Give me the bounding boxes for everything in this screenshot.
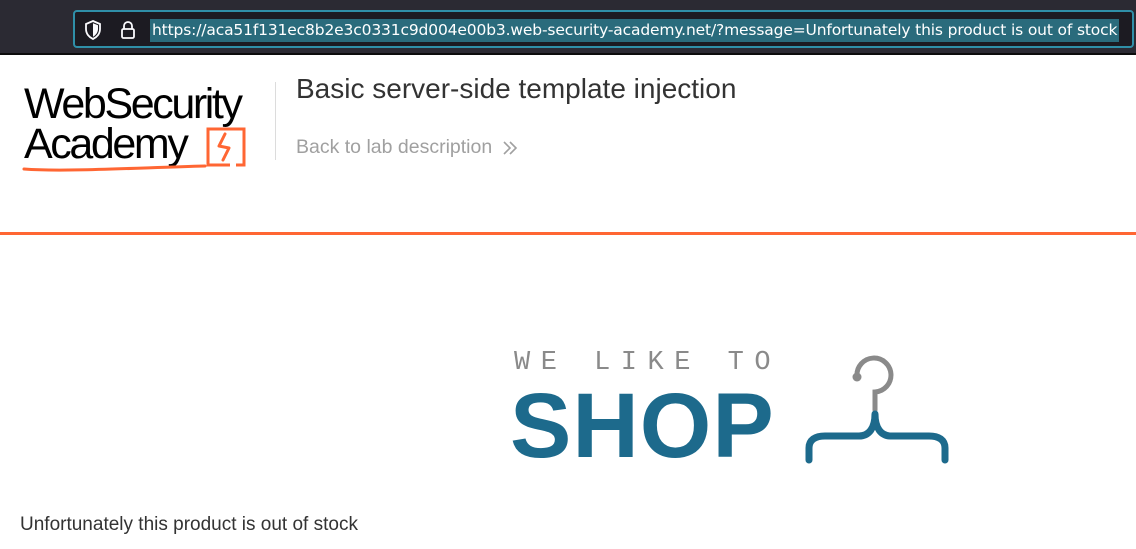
url-text[interactable]: https://aca51f131ec8b2e3c0331c9d004e00b3… bbox=[150, 19, 1120, 42]
lab-title: Basic server-side template injection bbox=[296, 73, 737, 104]
double-chevron-right-icon bbox=[503, 140, 518, 155]
web-security-academy-logo[interactable]: WebSecurity Academy bbox=[22, 83, 272, 175]
status-message: Unfortunately this product is out of sto… bbox=[20, 514, 358, 535]
back-to-lab-description-link[interactable]: Back to lab description bbox=[296, 136, 519, 159]
lab-header: WebSecurity Academy Basic server-side te… bbox=[0, 57, 1136, 234]
banner-tagline: WE LIKE TO bbox=[514, 348, 782, 378]
logo-lightning-icon bbox=[206, 127, 246, 167]
lock-icon[interactable] bbox=[118, 20, 138, 40]
back-link-label: Back to lab description bbox=[296, 136, 493, 158]
browser-toolbar: https://aca51f131ec8b2e3c0331c9d004e00b3… bbox=[0, 0, 1136, 55]
logo-line-2: Academy bbox=[24, 120, 189, 168]
header-accent-rule bbox=[0, 232, 1136, 235]
shop-banner: WE LIKE TO SHOP bbox=[510, 348, 970, 477]
address-bar[interactable]: https://aca51f131ec8b2e3c0331c9d004e00b3… bbox=[73, 10, 1134, 48]
shield-icon[interactable] bbox=[83, 20, 103, 40]
banner-brand: SHOP bbox=[510, 375, 775, 477]
hanger-icon bbox=[805, 355, 949, 464]
logo-underline bbox=[22, 164, 207, 172]
header-divider bbox=[275, 82, 276, 160]
